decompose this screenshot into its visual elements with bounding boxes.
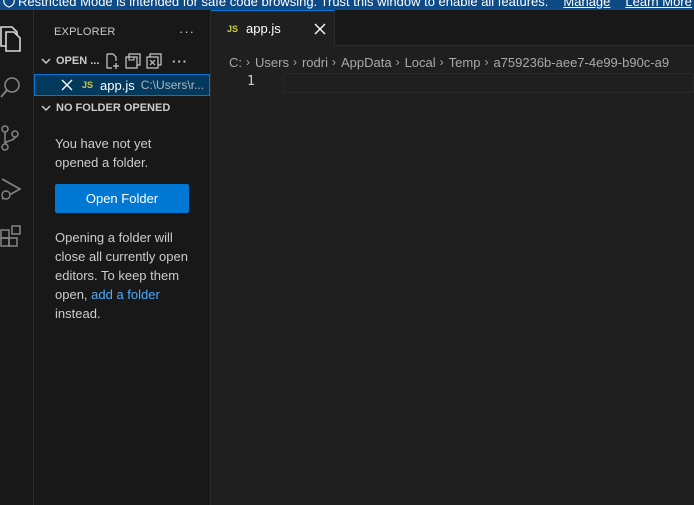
restricted-mode-banner: Restricted Mode is intended for safe cod… [0, 0, 694, 10]
shield-icon [3, 0, 15, 8]
extensions-icon [0, 225, 21, 247]
breadcrumb-item[interactable]: AppData [341, 55, 392, 70]
tab-app-js[interactable]: JS app.js [211, 10, 335, 46]
activity-bar [0, 10, 34, 505]
chevron-right-icon: › [331, 55, 336, 69]
js-file-icon: JS [227, 23, 239, 34]
banner-text: Restricted Mode is intended for safe cod… [18, 0, 549, 9]
chevron-right-icon: › [395, 55, 400, 69]
line-number: 1 [247, 74, 255, 89]
manage-link[interactable]: Manage [563, 0, 610, 9]
open-editors-more-button[interactable]: ··· [172, 54, 188, 69]
chevron-right-icon: › [292, 55, 297, 69]
no-folder-info-suffix: instead. [55, 306, 101, 321]
no-folder-header[interactable]: NO FOLDER OPENED [34, 97, 210, 119]
breadcrumb-item[interactable]: rodri [302, 55, 328, 70]
code-editor-line[interactable] [283, 73, 694, 93]
close-all-icon[interactable] [146, 53, 162, 69]
no-folder-label: NO FOLDER OPENED [56, 102, 171, 114]
breadcrumb: C: › Users › rodri › AppData › Local › T… [229, 53, 694, 71]
breadcrumb-item[interactable]: Temp [449, 55, 481, 70]
explorer-title: EXPLORER [54, 26, 116, 38]
breadcrumb-item[interactable]: a759236b-aee7-4e99-b90c-a9 [493, 55, 669, 70]
breadcrumb-item[interactable]: Users [255, 55, 289, 70]
explorer-more-actions-button[interactable]: ··· [179, 24, 195, 39]
activity-source-control[interactable] [0, 118, 34, 158]
source-control-icon [1, 125, 19, 151]
activity-run-debug[interactable] [0, 168, 34, 208]
close-icon[interactable] [61, 79, 73, 91]
open-editor-item[interactable]: JS app.js C:\Users\r... [34, 74, 210, 96]
chevron-right-icon: › [439, 55, 444, 69]
open-folder-button[interactable]: Open Folder [55, 184, 189, 213]
chevron-down-icon [41, 58, 51, 65]
activity-search[interactable] [0, 68, 34, 108]
close-icon[interactable] [314, 23, 326, 35]
open-editors-label: OPEN ... [56, 55, 100, 67]
breadcrumb-item[interactable]: Local [405, 55, 436, 70]
js-file-icon: JS [82, 80, 94, 90]
chevron-right-icon: › [246, 55, 250, 69]
editor-area: JS app.js C: › Users › rodri › AppData ›… [211, 10, 694, 505]
open-editor-filename: app.js [100, 77, 135, 93]
learn-more-link[interactable]: Learn More [625, 0, 691, 9]
search-icon [0, 77, 20, 98]
breadcrumb-item[interactable]: C: [229, 55, 242, 70]
no-folder-message: You have not yet opened a folder. [55, 136, 152, 170]
no-folder-info: Opening a folder will close all currentl… [55, 228, 193, 323]
explorer-sidebar: EXPLORER ··· OPEN ... ··· JS app.js C:\U… [34, 10, 211, 505]
run-debug-icon [1, 178, 22, 200]
tab-label: app.js [246, 21, 281, 36]
open-editors-actions: ··· [104, 53, 188, 69]
activity-explorer[interactable] [0, 18, 34, 58]
activity-extensions[interactable] [0, 218, 34, 258]
open-editors-header[interactable]: OPEN ... ··· [34, 50, 210, 72]
editor-tab-bar: JS app.js [211, 10, 694, 46]
open-editor-path: C:\Users\r... [140, 78, 205, 92]
new-untitled-file-icon[interactable] [104, 53, 120, 69]
add-folder-link[interactable]: add a folder [91, 287, 160, 302]
chevron-right-icon: › [484, 55, 489, 69]
save-all-icon[interactable] [125, 53, 141, 69]
chevron-down-icon [41, 105, 51, 112]
files-icon [0, 26, 21, 52]
